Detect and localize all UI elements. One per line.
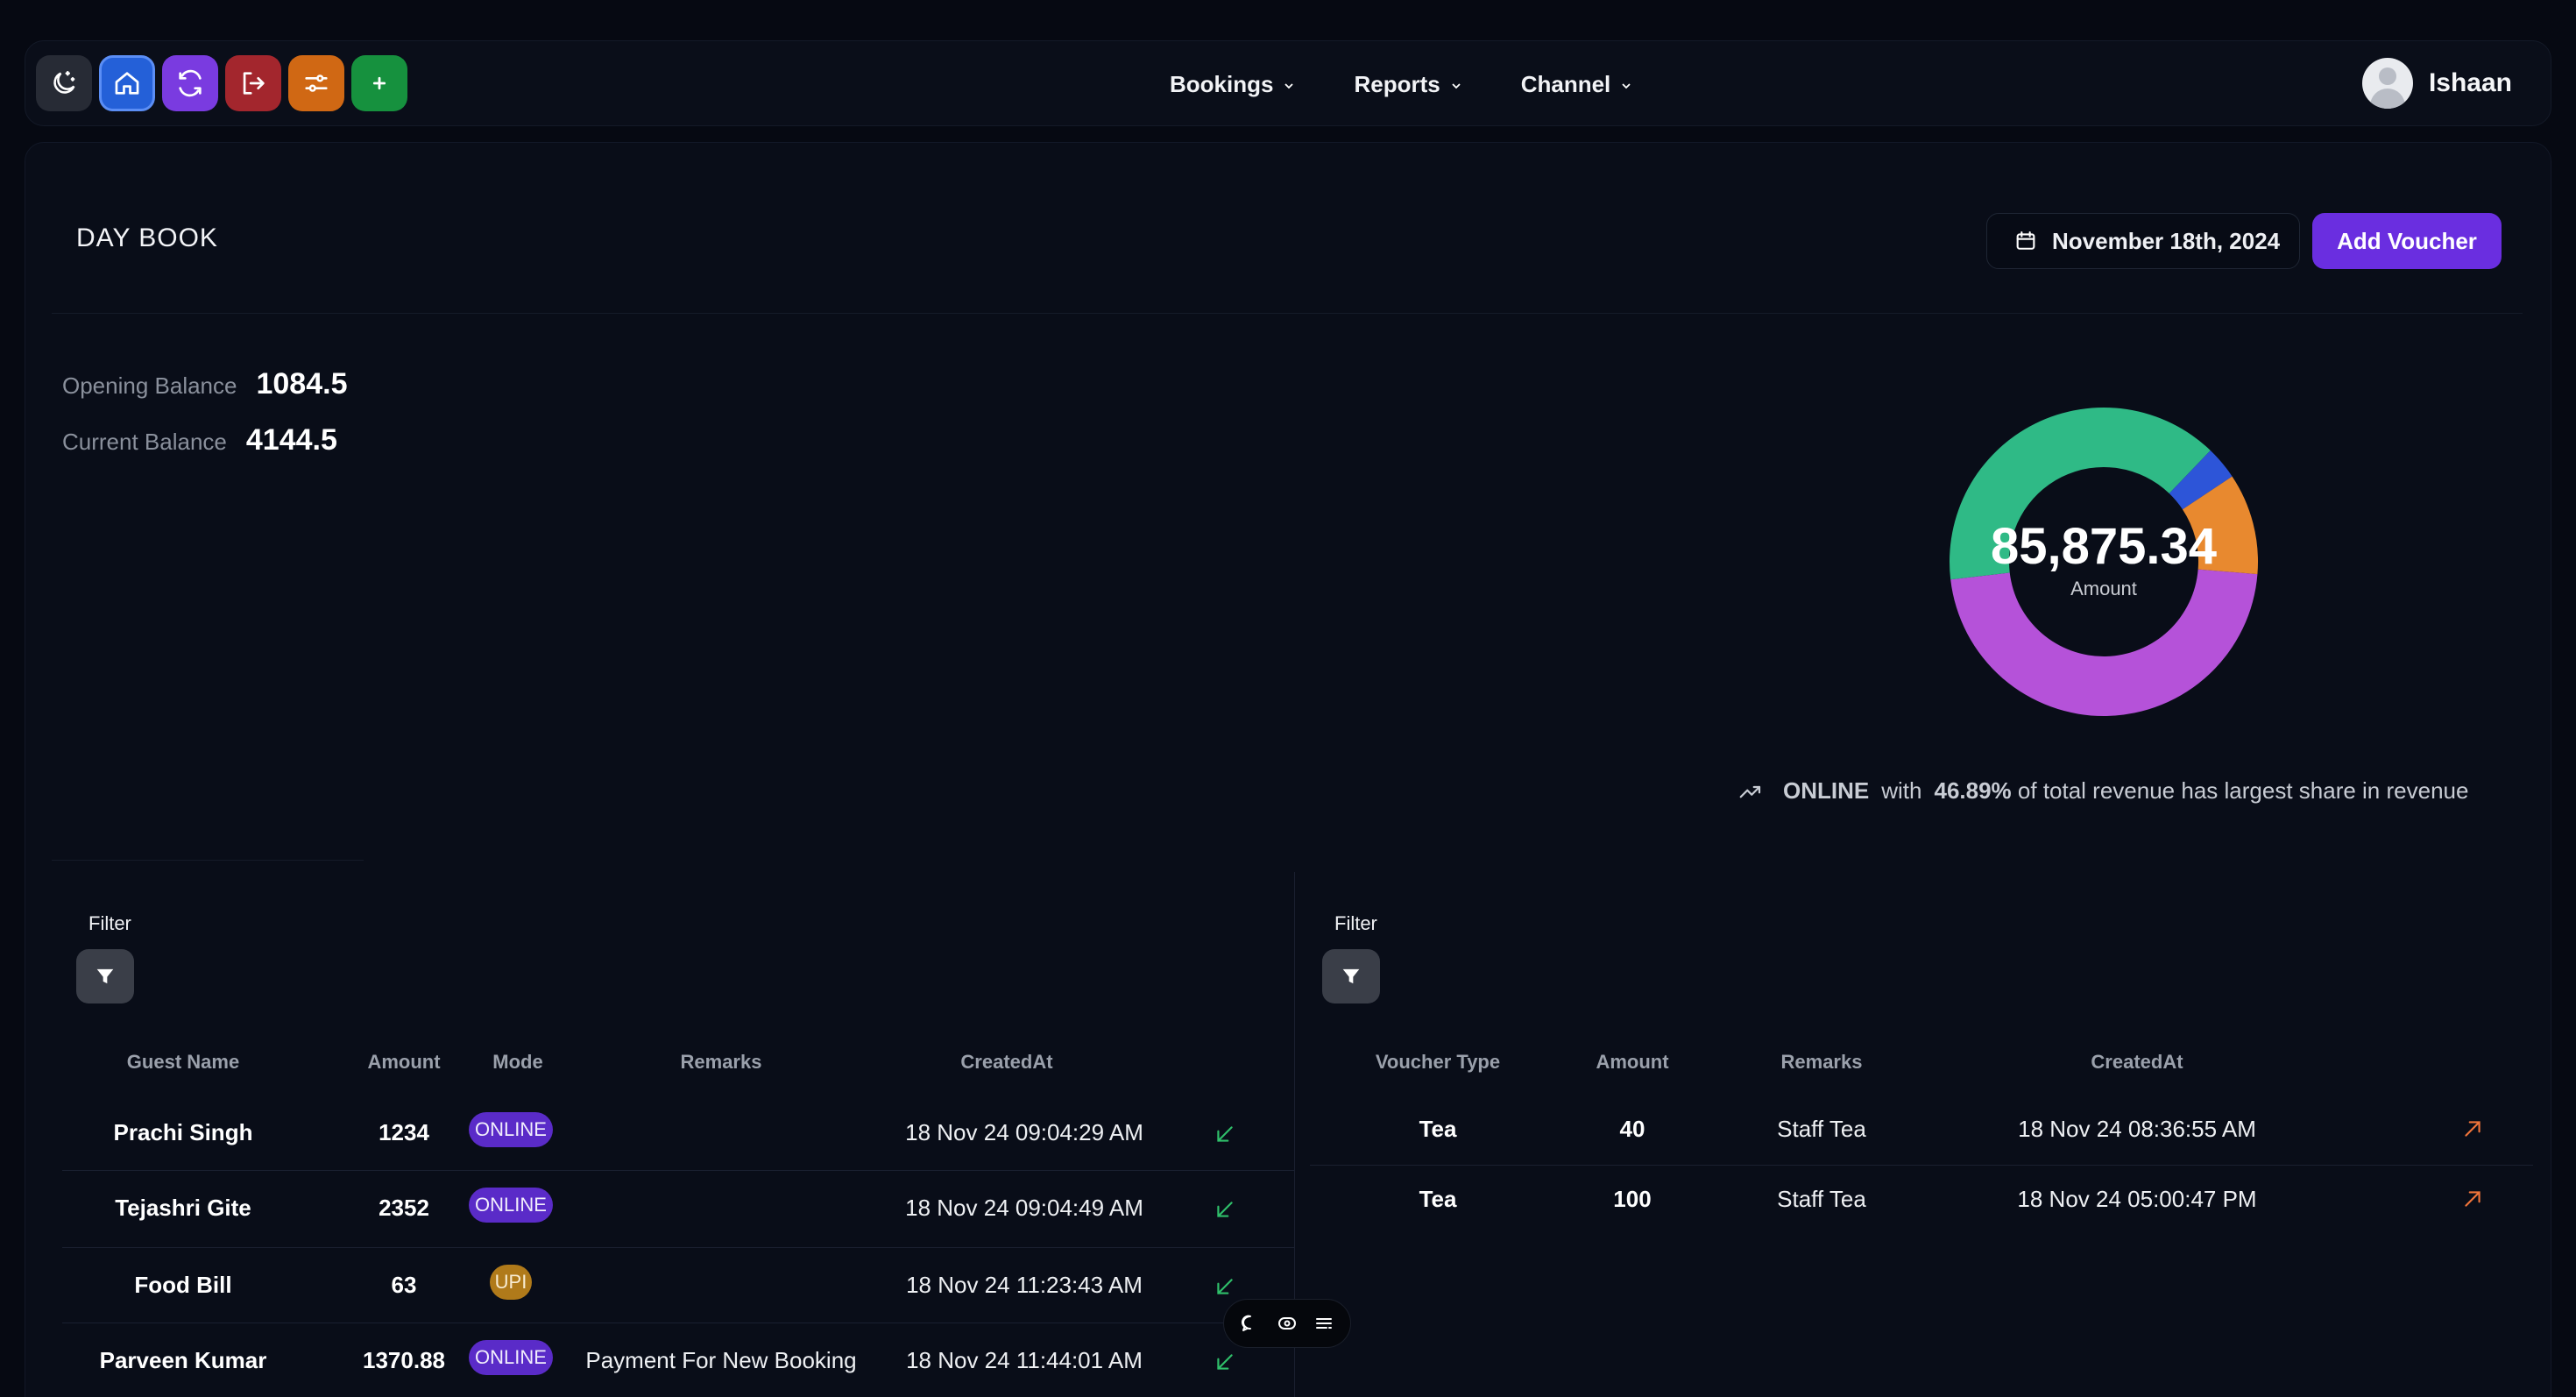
current-balance-value: 4144.5: [245, 423, 337, 457]
right-row-1-created: 18 Nov 24 08:36:55 AM: [2018, 1116, 2256, 1142]
col-voucher-remarks[interactable]: Remarks: [1743, 1051, 1900, 1074]
list-icon[interactable]: [1313, 1313, 1334, 1334]
insight-prefix: with: [1881, 777, 1922, 804]
left-row-1-mode-badge: ONLINE: [469, 1112, 553, 1147]
right-row-1-type: Tea: [1419, 1116, 1457, 1142]
left-row-3-guest: Food Bill: [134, 1272, 232, 1298]
incoming-arrow-icon: [1217, 1279, 1233, 1294]
quick-actions: [36, 55, 407, 111]
page-title: DAY BOOK: [76, 223, 218, 252]
opening-balance: Opening Balance 1084.5: [62, 367, 347, 401]
left-row-2-created: 18 Nov 24 09:04:49 AM: [905, 1195, 1143, 1221]
col-voucher-created[interactable]: CreatedAt: [2049, 1051, 2225, 1074]
left-row-4-guest: Parveen Kumar: [99, 1347, 267, 1373]
menu-reports[interactable]: Reports: [1354, 71, 1462, 98]
comment-icon[interactable]: [1240, 1313, 1261, 1334]
left-row-2-guest: Tejashri Gite: [115, 1195, 251, 1221]
left-row-4-created: 18 Nov 24 11:44:01 AM: [906, 1347, 1143, 1373]
right-filter-label: Filter: [1334, 912, 1377, 934]
right-row-1-amount: 40: [1619, 1116, 1645, 1142]
user-menu[interactable]: Ishaan: [2361, 57, 2512, 110]
col-voucher-type[interactable]: Voucher Type: [1350, 1051, 1525, 1074]
col-voucher-amount[interactable]: Amount: [1580, 1051, 1685, 1074]
section-divider: [52, 860, 364, 861]
header-divider: [52, 313, 2523, 314]
theme-toggle-icon[interactable]: [36, 55, 92, 111]
selected-date: November 18th, 2024: [2052, 227, 2281, 254]
left-row-3-mode-badge: UPI: [490, 1265, 532, 1300]
col-mode[interactable]: Mode: [465, 1051, 570, 1074]
left-row-1-created: 18 Nov 24 09:04:29 AM: [905, 1119, 1143, 1145]
menu-reports-label: Reports: [1354, 70, 1440, 97]
calendar-icon: [2016, 231, 2035, 250]
menu-channel-label: Channel: [1520, 70, 1611, 97]
col-created-at[interactable]: CreatedAt: [902, 1051, 1112, 1074]
right-row-2-remarks: Staff Tea: [1777, 1186, 1866, 1212]
main-menu: Bookings Reports Channel: [1170, 41, 1691, 127]
date-picker-button[interactable]: November 18th, 2024: [1986, 213, 2300, 269]
filter-icon: [96, 968, 114, 984]
left-row-3-created: 18 Nov 24 11:23:43 AM: [906, 1272, 1143, 1298]
insight-channel: ONLINE: [1783, 777, 1870, 804]
opening-balance-label: Opening Balance: [62, 372, 237, 399]
donut-caption: Amount: [2070, 577, 2137, 599]
left-row-4-remarks: Payment For New Booking: [585, 1347, 857, 1373]
current-balance-label: Current Balance: [62, 429, 227, 455]
incoming-arrow-icon: [1217, 1126, 1233, 1142]
right-row-1-remarks: Staff Tea: [1777, 1116, 1866, 1142]
left-row-4-mode-badge: ONLINE: [469, 1340, 553, 1375]
current-balance: Current Balance 4144.5: [62, 423, 337, 457]
col-remarks[interactable]: Remarks: [625, 1051, 817, 1074]
row-divider: [62, 1247, 1294, 1248]
insight-suffix: of total revenue has largest share in re…: [2017, 777, 2469, 804]
day-book-card: DAY BOOK November 18th, 2024 Add Voucher…: [25, 142, 2551, 1397]
revenue-donut-chart: 85,875.34 Amount: [1948, 406, 2260, 718]
avatar[interactable]: [2361, 58, 2413, 109]
menu-bookings[interactable]: Bookings: [1170, 71, 1296, 98]
floating-toolbar: [1223, 1299, 1351, 1348]
home-icon[interactable]: [99, 55, 155, 111]
chevron-down-icon: [1452, 83, 1461, 89]
trending-up-icon: [1739, 785, 1761, 798]
sync-icon[interactable]: [162, 55, 218, 111]
left-row-2-amount: 2352: [379, 1195, 429, 1221]
left-filter-button[interactable]: [76, 949, 134, 1003]
right-row-2-amount: 100: [1613, 1186, 1652, 1212]
add-voucher-button[interactable]: Add Voucher: [2312, 213, 2502, 269]
menu-channel[interactable]: Channel: [1521, 71, 1634, 98]
right-row-2-created: 18 Nov 24 05:00:47 PM: [2017, 1186, 2257, 1212]
left-row-1-amount: 1234: [379, 1119, 429, 1145]
insight-percent: 46.89%: [1934, 777, 2012, 804]
incoming-arrow-icon: [1217, 1202, 1233, 1217]
chevron-down-icon: [1622, 83, 1631, 89]
outgoing-arrow-icon: [2465, 1191, 2480, 1207]
donut-center: 85,875.34 Amount: [1948, 406, 2260, 718]
chevron-down-icon: [1284, 83, 1294, 89]
top-navbar: Bookings Reports Channel Ishaan: [25, 40, 2551, 126]
incoming-arrow-icon: [1217, 1354, 1233, 1370]
donut-total-amount: 85,875.34: [1990, 517, 2218, 575]
col-guest-name[interactable]: Guest Name: [96, 1051, 271, 1074]
left-row-1-guest: Prachi Singh: [113, 1119, 253, 1145]
filter-icon: [1342, 968, 1360, 984]
revenue-insight: ONLINE with 46.89% of total revenue has …: [1737, 777, 2468, 805]
right-filter-button[interactable]: [1322, 949, 1380, 1003]
col-amount[interactable]: Amount: [343, 1051, 465, 1074]
left-row-2-mode-badge: ONLINE: [469, 1188, 553, 1223]
eye-icon[interactable]: [1277, 1313, 1298, 1334]
logout-icon[interactable]: [225, 55, 281, 111]
opening-balance-value: 1084.5: [256, 367, 348, 401]
user-name: Ishaan: [2428, 68, 2512, 97]
left-row-4-amount: 1370.88: [363, 1347, 445, 1373]
menu-bookings-label: Bookings: [1170, 70, 1274, 97]
plus-icon[interactable]: [351, 55, 407, 111]
right-row-2-type: Tea: [1419, 1186, 1457, 1212]
outgoing-arrow-icon: [2465, 1121, 2480, 1137]
left-filter-label: Filter: [88, 912, 131, 934]
row-divider: [1310, 1165, 2533, 1166]
row-divider: [62, 1170, 1294, 1171]
left-row-3-amount: 63: [391, 1272, 417, 1298]
settings-sliders-icon[interactable]: [288, 55, 344, 111]
